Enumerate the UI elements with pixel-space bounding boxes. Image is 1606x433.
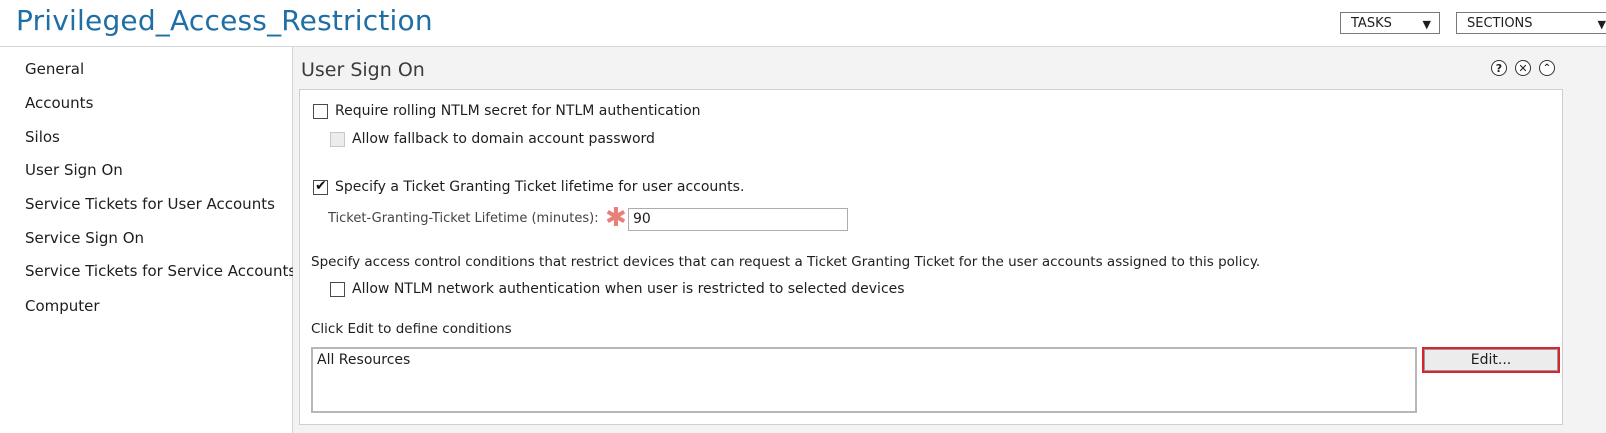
edit-conditions-button[interactable]: Edit... <box>1422 347 1560 373</box>
tasks-button[interactable]: TASKS ▼ <box>1340 12 1440 34</box>
header-bar: Privileged_Access_Restriction TASKS ▼ SE… <box>0 0 1606 47</box>
sidebar-item-accounts[interactable]: Accounts <box>25 94 93 112</box>
sections-button[interactable]: SECTIONS ▼ <box>1456 12 1606 34</box>
ntlm-restricted-checkbox[interactable] <box>330 282 345 297</box>
sidebar-item-silos[interactable]: Silos <box>25 128 60 146</box>
tasks-label: TASKS <box>1351 15 1392 31</box>
help-icon[interactable]: ? <box>1491 60 1507 76</box>
sidebar-nav: General Accounts Silos User Sign On Serv… <box>0 47 296 433</box>
sidebar-item-service-tickets-user[interactable]: Service Tickets for User Accounts <box>25 195 275 213</box>
user-sign-on-panel: Require rolling NTLM secret for NTLM aut… <box>299 89 1563 425</box>
ntlm-rolling-checkbox[interactable] <box>313 104 328 119</box>
sidebar-item-user-sign-on[interactable]: User Sign On <box>25 161 123 179</box>
sidebar-item-service-tickets-service[interactable]: Service Tickets for Service Accounts <box>25 262 296 280</box>
collapse-icon[interactable]: ⌃ <box>1539 60 1555 76</box>
tgt-lifetime-input[interactable]: 90 <box>628 208 848 231</box>
fallback-label: Allow fallback to domain account passwor… <box>352 131 655 147</box>
sidebar-item-general[interactable]: General <box>25 60 84 78</box>
ntlm-rolling-label: Require rolling NTLM secret for NTLM aut… <box>335 103 701 119</box>
tgt-field-label: Ticket-Granting-Ticket Lifetime (minutes… <box>328 211 599 226</box>
checkmark-icon: ✔ <box>315 178 327 194</box>
page-title: Privileged_Access_Restriction <box>16 4 433 37</box>
ntlm-restricted-label: Allow NTLM network authentication when u… <box>352 281 905 297</box>
chevron-down-icon: ▼ <box>1422 18 1431 31</box>
sidebar-item-service-sign-on[interactable]: Service Sign On <box>25 229 144 247</box>
sidebar-item-computer[interactable]: Computer <box>25 297 100 315</box>
main-content: User Sign On ? ✕ ⌃ Require rolling NTLM … <box>293 47 1606 433</box>
close-icon[interactable]: ✕ <box>1515 60 1531 76</box>
chevron-down-icon: ▼ <box>1597 18 1606 31</box>
conditions-label: Click Edit to define conditions <box>311 321 512 337</box>
access-control-description: Specify access control conditions that r… <box>311 254 1261 270</box>
tgt-lifetime-checkbox[interactable]: ✔ <box>313 178 328 195</box>
conditions-box[interactable]: All Resources <box>311 347 1417 413</box>
tgt-lifetime-label: Specify a Ticket Granting Ticket lifetim… <box>335 179 745 195</box>
section-title: User Sign On <box>301 59 425 81</box>
sections-label: SECTIONS <box>1467 15 1533 31</box>
required-asterisk-icon: ✱ <box>605 203 627 233</box>
fallback-checkbox[interactable] <box>330 132 345 147</box>
